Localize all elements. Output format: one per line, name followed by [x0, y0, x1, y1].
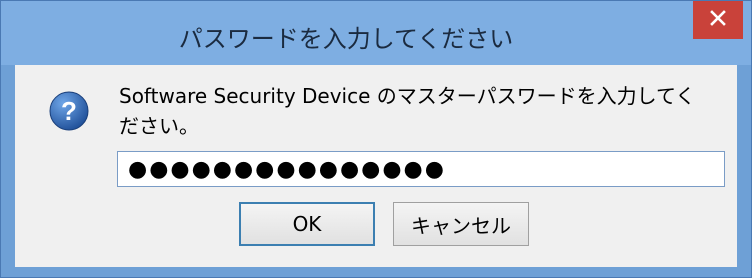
window-title: パスワードを入力してください [178, 25, 514, 53]
dialog-body: ? Software Security Device のマスターパスワードを入力… [15, 65, 737, 267]
svg-text:?: ? [61, 96, 77, 126]
dialog-message: Software Security Device のマスターパスワードを入力して… [119, 84, 696, 138]
title-bar[interactable]: パスワードを入力してください [1, 1, 751, 65]
cancel-button[interactable]: キャンセル [393, 202, 529, 246]
close-icon [710, 10, 726, 30]
password-field[interactable]: ●●●●●●●●●●●●●●● [117, 151, 725, 187]
close-button[interactable] [693, 1, 743, 39]
password-dialog: パスワードを入力してください ? Software Security Devic… [0, 0, 752, 278]
ok-button[interactable]: OK [239, 202, 375, 246]
question-icon: ? [49, 91, 89, 131]
